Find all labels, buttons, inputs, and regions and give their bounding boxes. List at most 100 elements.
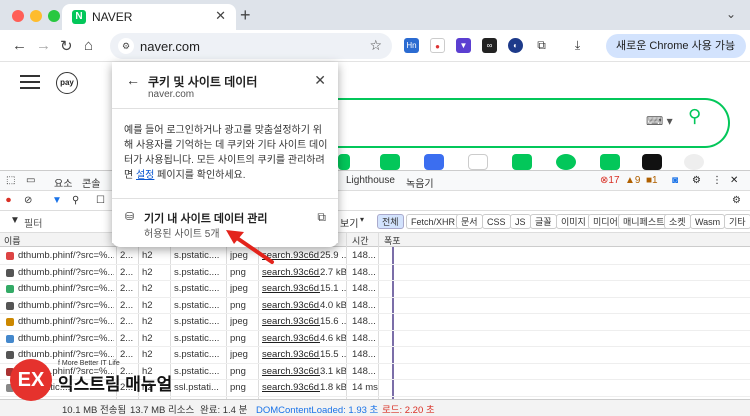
close-icon[interactable]: ✕ bbox=[314, 72, 326, 89]
new-tab-button[interactable]: + bbox=[240, 5, 251, 26]
download-icon[interactable]: ⤓ bbox=[570, 38, 585, 53]
reload-button[interactable]: ↻ bbox=[60, 37, 73, 55]
settings-link[interactable]: 설정 bbox=[136, 170, 154, 181]
preserve-log-checkbox[interactable]: ☐ bbox=[96, 195, 105, 206]
extension-hn-icon[interactable]: Hn bbox=[404, 38, 419, 53]
keyboard-icon[interactable]: ⌨ ▾ bbox=[646, 114, 673, 128]
dom-content-loaded: DOMContentLoaded: 1.93 초 bbox=[256, 405, 379, 416]
more-menu-icon[interactable]: ⋮ bbox=[727, 34, 738, 58]
chevron-down-icon[interactable]: ▾ bbox=[360, 215, 364, 224]
close-devtools-icon[interactable]: ✕ bbox=[730, 175, 738, 186]
shortcut-icon[interactable] bbox=[424, 154, 444, 170]
home-button[interactable]: ⌂ bbox=[84, 37, 93, 54]
back-arrow-icon[interactable]: ← bbox=[126, 72, 140, 88]
filter-chip-wasm[interactable]: Wasm bbox=[690, 214, 726, 229]
filter-chip-other[interactable]: 기타 bbox=[724, 214, 750, 229]
inspect-icon[interactable]: ⬚ bbox=[6, 175, 15, 186]
cell-domain: s.pstatic.... bbox=[174, 299, 220, 311]
search-icon[interactable]: ⚲ bbox=[688, 106, 701, 127]
filter-chip-fetch[interactable]: Fetch/XHR bbox=[406, 214, 461, 229]
info-count[interactable]: ■1 bbox=[646, 175, 658, 186]
filter-chip-socket[interactable]: 소켓 bbox=[664, 214, 691, 229]
table-row[interactable]: dthumb.phinf/?src=%... 2... h2 s.pstatic...… bbox=[0, 298, 750, 314]
tab-naver[interactable]: N NAVER ✕ bbox=[62, 4, 236, 30]
cell-size: 15.5 ... bbox=[320, 349, 346, 360]
table-row[interactable]: dthumb.phinf/?src=%... 2... h2 s.pstatic...… bbox=[0, 331, 750, 347]
filter-chip-font[interactable]: 글꼴 bbox=[530, 214, 557, 229]
shortcut-icon[interactable] bbox=[512, 154, 532, 170]
filter-chip-js[interactable]: JS bbox=[510, 214, 531, 229]
update-label: 새로운 Chrome 사용 가능 bbox=[616, 40, 736, 52]
cell-size: 1.8 kB bbox=[320, 382, 346, 393]
shortcut-icon[interactable] bbox=[338, 154, 350, 170]
invert-filter-label[interactable]: 보기 bbox=[340, 215, 358, 230]
hamburger-menu-icon[interactable] bbox=[20, 75, 40, 89]
network-settings-gear-icon[interactable]: ⚙ bbox=[732, 195, 741, 206]
record-icon[interactable]: ⏺ bbox=[6, 195, 11, 206]
cell-initiator[interactable]: search.93c6d... bbox=[262, 349, 320, 360]
shortcut-icon[interactable] bbox=[600, 154, 620, 170]
tab-recorder[interactable]: 녹음기 bbox=[406, 175, 434, 190]
chrome-update-button[interactable]: 새로운 Chrome 사용 가능 ⋮ bbox=[606, 34, 746, 58]
table-row[interactable]: dthumb.phinf/?src=%... 2... h2 s.pstatic...… bbox=[0, 248, 750, 265]
more-shortcuts-icon[interactable] bbox=[684, 154, 704, 170]
table-row[interactable]: dthumb.phinf/?src=%... 2... h2 s.pstatic...… bbox=[0, 314, 750, 331]
cell-initiator[interactable]: search.93c6d... bbox=[262, 300, 320, 311]
col-name[interactable]: 이름 bbox=[4, 234, 21, 247]
extensions-puzzle-icon[interactable]: ⧉ bbox=[534, 38, 549, 53]
tab-console[interactable]: 콘솔 bbox=[82, 175, 100, 190]
cell-size: 4.0 kB bbox=[320, 299, 346, 311]
bookmark-star-icon[interactable]: ☆ bbox=[369, 37, 382, 54]
minimize-window-button[interactable] bbox=[30, 10, 42, 22]
filter-chip-all[interactable]: 전체 bbox=[377, 214, 404, 229]
forward-button[interactable]: → bbox=[36, 37, 51, 54]
table-row[interactable]: dthumb.phinf/?src=%... 2... h2 s.pstatic...… bbox=[0, 265, 750, 281]
clear-icon[interactable]: ⊘ bbox=[24, 195, 32, 206]
sync-icon[interactable]: ◙ bbox=[672, 175, 678, 186]
cell-initiator[interactable]: search.93c6d... bbox=[262, 333, 320, 344]
filter-chip-img[interactable]: 이미지 bbox=[556, 214, 591, 229]
cell-size: 25.9 ... bbox=[320, 250, 346, 261]
shortcut-icon[interactable] bbox=[556, 154, 576, 170]
tab-elements[interactable]: 요소 bbox=[54, 175, 72, 190]
extension-shield-icon[interactable]: ▼ bbox=[456, 38, 471, 53]
filter-chip-doc[interactable]: 문서 bbox=[456, 214, 483, 229]
error-count[interactable]: ⊗17 bbox=[600, 175, 620, 186]
filter-chip-manifest[interactable]: 매니페스트 bbox=[618, 214, 670, 229]
col-time[interactable]: 시간 bbox=[352, 234, 369, 247]
more-options-icon[interactable]: ⋮ bbox=[712, 175, 722, 186]
cell-initiator[interactable]: search.93c6d... bbox=[262, 283, 320, 294]
extension-record-icon[interactable]: ● bbox=[430, 38, 445, 53]
filter-input[interactable]: 필터 bbox=[24, 215, 42, 230]
filter-icon[interactable]: ▼ bbox=[52, 195, 62, 206]
back-button[interactable]: ← bbox=[12, 37, 27, 54]
cell-initiator[interactable]: search.93c6d... bbox=[262, 366, 320, 377]
extension-mask-icon[interactable]: ∞ bbox=[482, 38, 497, 53]
cell-proto: h2 bbox=[142, 266, 153, 278]
maximize-window-button[interactable] bbox=[48, 10, 60, 22]
tab-lighthouse[interactable]: Lighthouse bbox=[346, 175, 395, 186]
cell-initiator[interactable]: search.93c6d... bbox=[262, 382, 320, 393]
close-icon[interactable]: ✕ bbox=[215, 8, 226, 24]
shortcut-icon[interactable] bbox=[468, 154, 488, 170]
shortcut-icon[interactable] bbox=[380, 154, 400, 170]
shortcut-icon[interactable] bbox=[642, 154, 662, 170]
chevron-down-icon[interactable]: ⌄ bbox=[726, 7, 736, 21]
address-bar[interactable]: ⚙ naver.com ☆ bbox=[110, 33, 392, 59]
filter-chip-css[interactable]: CSS bbox=[482, 214, 511, 229]
col-waterfall[interactable]: 폭포 bbox=[384, 234, 401, 247]
filter-funnel-icon: ▼ bbox=[10, 215, 20, 226]
resource-type-icon bbox=[6, 285, 14, 293]
search-icon[interactable]: ⚲ bbox=[72, 195, 79, 206]
extension-globe-icon[interactable]: ◐ bbox=[508, 38, 523, 53]
gear-icon[interactable]: ⚙ bbox=[692, 175, 701, 186]
site-info-icon[interactable]: ⚙ bbox=[118, 38, 134, 54]
resource-type-icon bbox=[6, 268, 14, 277]
pay-icon[interactable]: pay bbox=[56, 72, 78, 94]
close-window-button[interactable] bbox=[12, 10, 24, 22]
cell-type: jpeg bbox=[230, 283, 248, 294]
warning-count[interactable]: ▲9 bbox=[625, 175, 640, 186]
device-toolbar-icon[interactable]: ▭ bbox=[26, 175, 35, 186]
table-row[interactable]: dthumb.phinf/?src=%... 2... h2 s.pstatic...… bbox=[0, 281, 750, 298]
cell-initiator[interactable]: search.93c6d... bbox=[262, 316, 320, 327]
